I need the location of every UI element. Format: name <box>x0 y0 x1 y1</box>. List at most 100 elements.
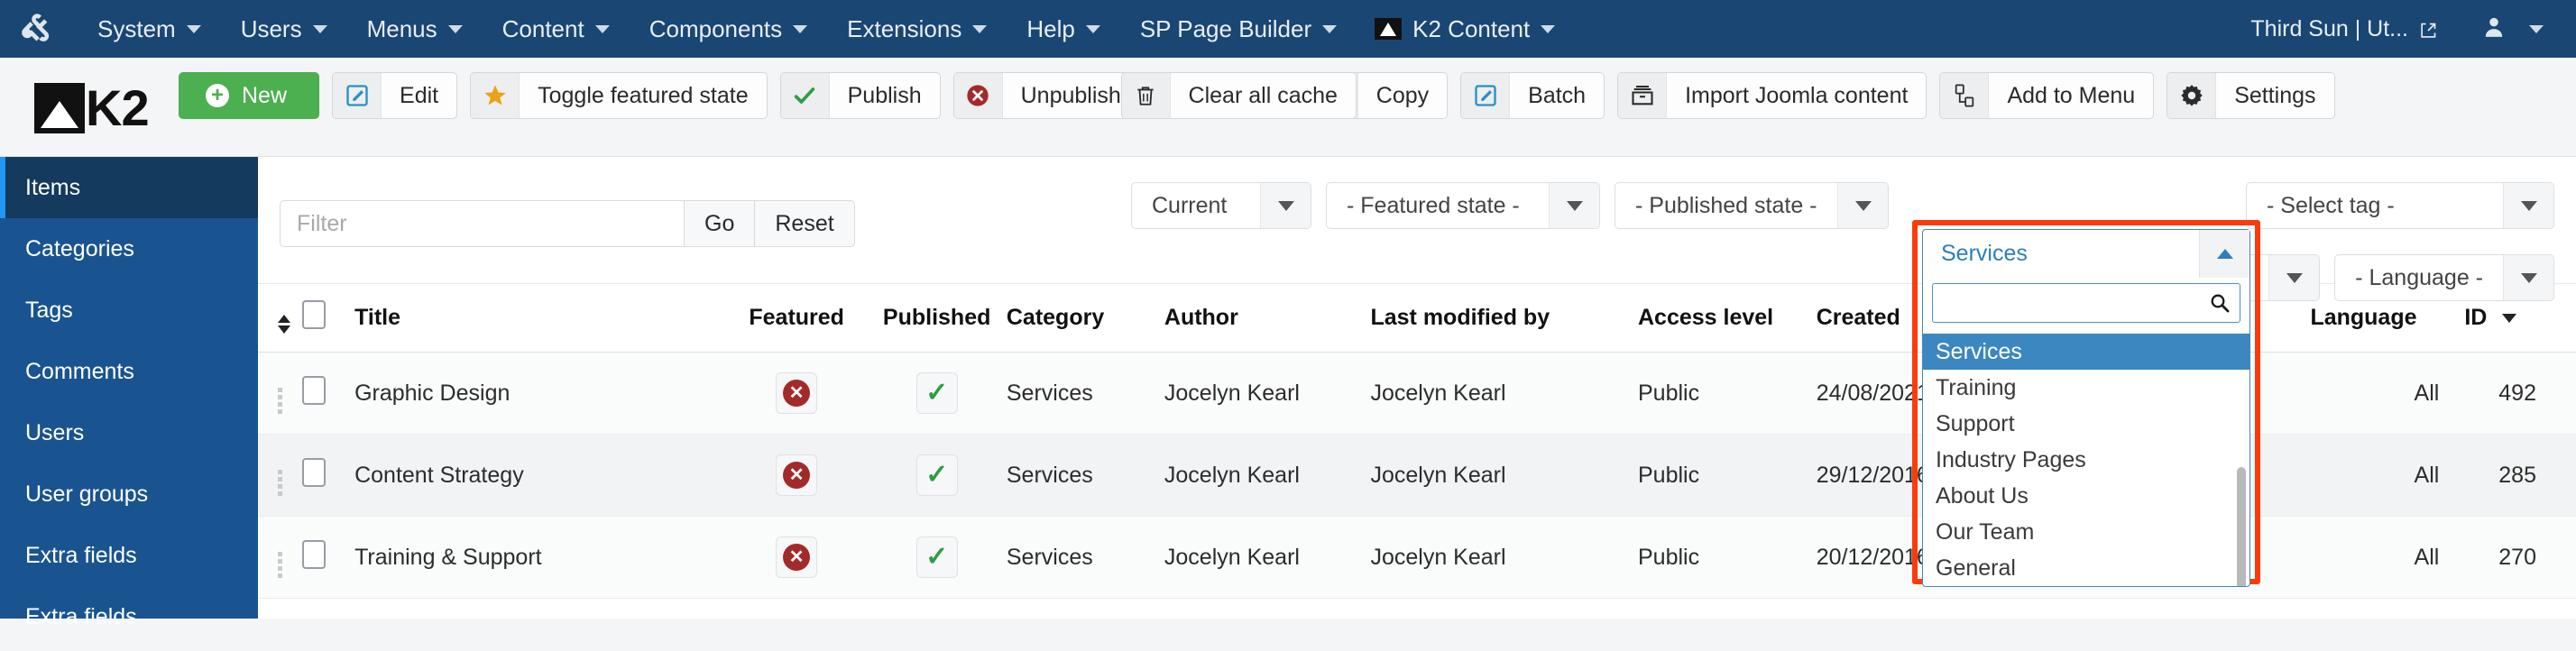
combo-option-support[interactable]: Support <box>1923 406 2249 442</box>
publish-button[interactable]: Publish <box>779 72 941 119</box>
row-featured-toggle[interactable]: ✕ <box>725 352 868 435</box>
chevron-down-icon <box>1260 183 1311 228</box>
row-checkbox-cell[interactable] <box>302 352 355 435</box>
menu-label: System <box>97 14 176 42</box>
joomla-logo-icon[interactable] <box>20 10 58 48</box>
search-input[interactable] <box>280 200 684 247</box>
unpublish-button[interactable]: Unpublish <box>952 72 1140 119</box>
x-circle-icon: ✕ <box>783 462 811 489</box>
checkbox-icon[interactable] <box>302 375 327 405</box>
row-last-modified-by: Jocelyn Kearl <box>1370 516 1638 599</box>
row-title[interactable]: Training & Support <box>354 516 726 599</box>
batch-button[interactable]: Batch <box>1460 72 1605 119</box>
edit-button[interactable]: Edit <box>332 72 458 119</box>
settings-button[interactable]: Settings <box>2167 72 2335 119</box>
plus-icon: + <box>206 84 229 107</box>
checkbox-icon[interactable] <box>302 539 327 569</box>
column-header-title[interactable]: Title <box>354 283 726 353</box>
combo-option-general[interactable]: General <box>1923 550 2249 586</box>
row-checkbox-cell[interactable] <box>302 516 355 599</box>
combo-scrollbar[interactable] <box>2237 467 2246 586</box>
published-on-button[interactable]: ✓ <box>915 372 958 414</box>
site-name-link[interactable]: Third Sun | Ut... <box>2227 16 2461 42</box>
checkbox-icon[interactable] <box>302 300 327 329</box>
select-tag[interactable]: - Select tag - <box>2246 182 2554 229</box>
row-published-toggle[interactable]: ✓ <box>867 516 1007 599</box>
row-published-toggle[interactable]: ✓ <box>867 434 1007 517</box>
user-menu[interactable] <box>2461 14 2553 44</box>
select-featured-state[interactable]: - Featured state - <box>1326 182 1600 229</box>
drag-handle-icon[interactable] <box>278 552 282 578</box>
menu-label: Content <box>501 14 584 42</box>
menu-item-users[interactable]: Users <box>221 0 347 58</box>
menu-item-sp-page-builder[interactable]: SP Page Builder <box>1120 0 1357 58</box>
row-title[interactable]: Content Strategy <box>354 434 726 517</box>
combo-option-industry-pages[interactable]: Industry Pages <box>1923 442 2249 478</box>
reset-button[interactable]: Reset <box>755 200 855 247</box>
menu-item-components[interactable]: Components <box>630 0 827 58</box>
menu-label: Menus <box>366 14 437 42</box>
star-icon <box>471 73 520 118</box>
sidebar-item-extra-fields[interactable]: Extra fields <box>0 525 258 586</box>
chevron-down-icon <box>2268 255 2320 300</box>
select-published-state[interactable]: - Published state - <box>1615 182 1889 229</box>
column-header-published[interactable]: Published <box>867 283 1007 353</box>
column-header-select-all[interactable] <box>302 283 355 353</box>
sidebar-item-items[interactable]: Items <box>0 157 258 218</box>
menu-item-help[interactable]: Help <box>1007 0 1119 58</box>
menu-item-content[interactable]: Content <box>483 0 630 58</box>
go-button[interactable]: Go <box>684 200 756 247</box>
published-on-button[interactable]: ✓ <box>915 454 958 496</box>
featured-off-button[interactable]: ✕ <box>776 536 818 578</box>
category-combo-options[interactable]: Services Training Support Industry Pages… <box>1923 334 2249 586</box>
toggle-featured-state-button[interactable]: Toggle featured state <box>470 72 768 119</box>
select-current[interactable]: Current <box>1131 182 1311 229</box>
category-combo-search-input[interactable] <box>1933 284 2240 322</box>
combo-option-training[interactable]: Training <box>1923 370 2249 406</box>
import-joomla-content-button[interactable]: Import Joomla content <box>1617 72 1927 119</box>
add-to-menu-button[interactable]: Add to Menu <box>1939 72 2155 119</box>
menu-item-extensions[interactable]: Extensions <box>827 0 1007 58</box>
combo-option-about-us[interactable]: About Us <box>1923 478 2249 514</box>
row-drag-handle[interactable] <box>258 516 303 599</box>
check-icon: ✓ <box>925 378 949 408</box>
combo-option-label: About Us <box>1936 482 2029 509</box>
category-combo: Services Services Training Support Indus… <box>1922 229 2250 587</box>
row-checkbox-cell[interactable] <box>302 434 355 517</box>
sidebar-item-label: Items <box>25 174 81 200</box>
row-title[interactable]: Graphic Design <box>354 352 726 435</box>
sidebar-item-categories[interactable]: Categories <box>0 218 258 280</box>
new-button[interactable]: + New <box>179 72 320 119</box>
published-on-button[interactable]: ✓ <box>915 536 958 578</box>
column-header-ordering[interactable] <box>258 283 303 353</box>
column-header-featured[interactable]: Featured <box>725 283 868 353</box>
menu-item-k2-content[interactable]: K2 Content <box>1357 0 1573 58</box>
select-language[interactable]: - Language - <box>2334 254 2554 301</box>
drag-handle-icon[interactable] <box>278 470 282 496</box>
menu-item-menus[interactable]: Menus <box>347 0 483 58</box>
sidebar-item-user-groups[interactable]: User groups <box>0 463 258 525</box>
publish-button-label: Publish <box>847 82 922 108</box>
row-featured-toggle[interactable]: ✕ <box>725 434 868 517</box>
row-published-toggle[interactable]: ✓ <box>867 352 1007 435</box>
sidebar-item-users[interactable]: Users <box>0 402 258 463</box>
featured-off-button[interactable]: ✕ <box>776 454 818 496</box>
combo-option-our-team[interactable]: Our Team <box>1923 514 2249 550</box>
featured-off-button[interactable]: ✕ <box>776 372 818 414</box>
chevron-up-icon[interactable] <box>2199 230 2249 278</box>
combo-option-services[interactable]: Services <box>1923 334 2249 370</box>
clear-all-cache-button[interactable]: Clear all cache <box>1120 72 1357 119</box>
category-combo-toggle[interactable]: Services <box>1922 229 2250 278</box>
chevron-down-icon <box>312 24 327 33</box>
row-drag-handle[interactable] <box>258 352 303 435</box>
menu-item-system[interactable]: System <box>78 0 221 58</box>
row-access-level: Public <box>1638 352 1817 435</box>
checkbox-icon[interactable] <box>302 457 327 487</box>
sidebar-item-extra-field-groups[interactable]: Extra fields <box>0 586 258 647</box>
drag-handle-icon[interactable] <box>278 388 282 414</box>
trash-icon <box>1121 73 1171 118</box>
row-drag-handle[interactable] <box>258 434 303 517</box>
sidebar-item-comments[interactable]: Comments <box>0 341 258 402</box>
sidebar-item-tags[interactable]: Tags <box>0 280 258 341</box>
row-featured-toggle[interactable]: ✕ <box>725 516 868 599</box>
